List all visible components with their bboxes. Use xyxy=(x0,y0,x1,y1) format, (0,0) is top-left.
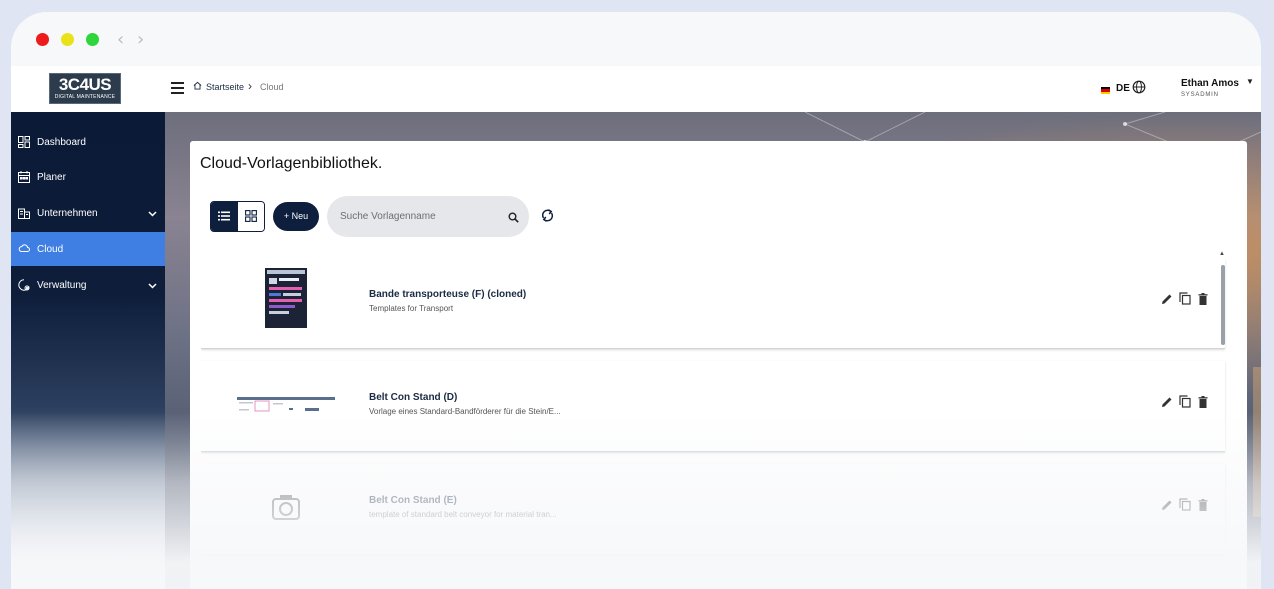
breadcrumb-home[interactable]: Startseite xyxy=(206,82,244,92)
template-thumbnail[interactable] xyxy=(237,369,335,431)
minimize-window-button[interactable] xyxy=(61,33,74,46)
sidebar-item-label: Planer xyxy=(37,172,66,183)
template-title[interactable]: Bande transporteuse (F) (cloned) xyxy=(369,289,526,300)
chevron-down-icon[interactable] xyxy=(148,209,157,220)
window-titlebar: ‹ › xyxy=(11,12,1261,66)
refresh-icon[interactable] xyxy=(541,208,554,228)
chevron-down-icon[interactable]: ▼ xyxy=(1246,77,1254,86)
row-actions xyxy=(1161,498,1217,512)
list-item[interactable]: Belt Con Stand (E) template of standard … xyxy=(201,464,1225,555)
search-input[interactable] xyxy=(340,196,500,237)
delete-icon[interactable] xyxy=(1198,395,1208,413)
sidebar-item-cloud[interactable]: Cloud xyxy=(11,232,165,266)
view-toggle xyxy=(210,201,265,232)
calendar-icon xyxy=(18,171,30,186)
sidebar-item-dashboard[interactable]: Dashboard xyxy=(11,125,165,159)
globe-icon[interactable] xyxy=(1132,80,1146,99)
app-header: 3C4US DIGITAL MAINTENANCE Startseite › C… xyxy=(11,66,1261,112)
sidebar-item-label: Unternehmen xyxy=(37,208,98,219)
delete-icon[interactable] xyxy=(1198,498,1208,516)
search-bar xyxy=(327,196,529,237)
german-flag-icon[interactable] xyxy=(1101,87,1110,94)
grid-view-button[interactable] xyxy=(238,202,264,231)
list-icon xyxy=(218,211,230,221)
list-item[interactable]: Bande transporteuse (F) (cloned) Templat… xyxy=(201,258,1225,349)
logo-text: 3C4US xyxy=(58,75,112,94)
template-title[interactable]: Belt Con Stand (D) xyxy=(369,392,457,403)
cloud-icon xyxy=(18,243,30,256)
page-title: Cloud-Vorlagenbibliothek. xyxy=(200,155,383,172)
user-name[interactable]: Ethan Amos xyxy=(1181,78,1239,89)
home-icon[interactable] xyxy=(193,81,202,92)
camera-icon xyxy=(272,495,300,520)
logo[interactable]: 3C4US DIGITAL MAINTENANCE xyxy=(49,73,121,104)
sidebar-item-label: Dashboard xyxy=(37,137,86,148)
language-selector[interactable]: DE xyxy=(1116,83,1130,94)
main-content: Cloud-Vorlagenbibliothek. + Neu Suche Vo… xyxy=(165,112,1261,589)
sidebar-item-label: Cloud xyxy=(37,244,64,255)
settings-icon xyxy=(18,279,30,294)
template-thumbnail[interactable] xyxy=(237,472,335,534)
new-template-button[interactable]: + Neu xyxy=(273,202,319,231)
breadcrumb-separator: › xyxy=(248,79,252,93)
template-title[interactable]: Belt Con Stand (E) xyxy=(369,495,457,506)
copy-icon[interactable] xyxy=(1179,395,1191,413)
sidebar-item-verwaltung[interactable]: Verwaltung xyxy=(11,268,165,302)
sidebar-item-planer[interactable]: Planer xyxy=(11,160,165,194)
search-icon[interactable] xyxy=(508,210,519,228)
edit-icon[interactable] xyxy=(1161,395,1173,413)
template-library-card: Cloud-Vorlagenbibliothek. + Neu Suche Vo… xyxy=(190,141,1247,589)
copy-icon[interactable] xyxy=(1179,292,1191,310)
user-role: SYSADMIN xyxy=(1181,92,1219,98)
dashboard-icon xyxy=(18,136,30,151)
template-description: template of standard belt conveyor for m… xyxy=(369,510,557,519)
sidebar-item-label: Verwaltung xyxy=(37,280,87,291)
sidebar-item-unternehmen[interactable]: Unternehmen xyxy=(11,196,165,230)
list-item[interactable]: Belt Con Stand (D) Vorlage eines Standar… xyxy=(201,361,1225,452)
breadcrumb-current: Cloud xyxy=(260,82,284,92)
copy-icon[interactable] xyxy=(1179,498,1191,516)
forward-arrow-icon[interactable]: › xyxy=(137,29,144,50)
delete-icon[interactable] xyxy=(1198,292,1208,310)
list-view-button[interactable] xyxy=(211,202,238,231)
edit-icon[interactable] xyxy=(1161,498,1173,516)
maximize-window-button[interactable] xyxy=(86,33,99,46)
scrollbar-thumb[interactable] xyxy=(1221,265,1225,345)
sidebar: Dashboard Planer Unternehmen Cloud Verwa… xyxy=(11,112,165,589)
row-actions xyxy=(1161,292,1217,306)
company-icon xyxy=(18,207,30,222)
template-thumbnail[interactable] xyxy=(237,266,335,328)
template-list: Bande transporteuse (F) (cloned) Templat… xyxy=(201,258,1227,589)
template-description: Templates for Transport xyxy=(369,304,454,313)
close-window-button[interactable] xyxy=(36,33,49,46)
chevron-down-icon[interactable] xyxy=(148,281,157,292)
scroll-up-arrow-icon[interactable]: ▲ xyxy=(1219,251,1225,257)
logo-subtitle: DIGITAL MAINTENANCE xyxy=(54,94,116,100)
edit-icon[interactable] xyxy=(1161,292,1173,310)
back-arrow-icon[interactable]: ‹ xyxy=(117,29,124,50)
browser-window: ‹ › 3C4US DIGITAL MAINTENANCE Startseite… xyxy=(11,12,1261,589)
template-description: Vorlage eines Standard-Bandförderer für … xyxy=(369,407,561,416)
row-actions xyxy=(1161,395,1217,409)
grid-icon xyxy=(245,210,257,222)
menu-icon[interactable] xyxy=(171,82,184,94)
